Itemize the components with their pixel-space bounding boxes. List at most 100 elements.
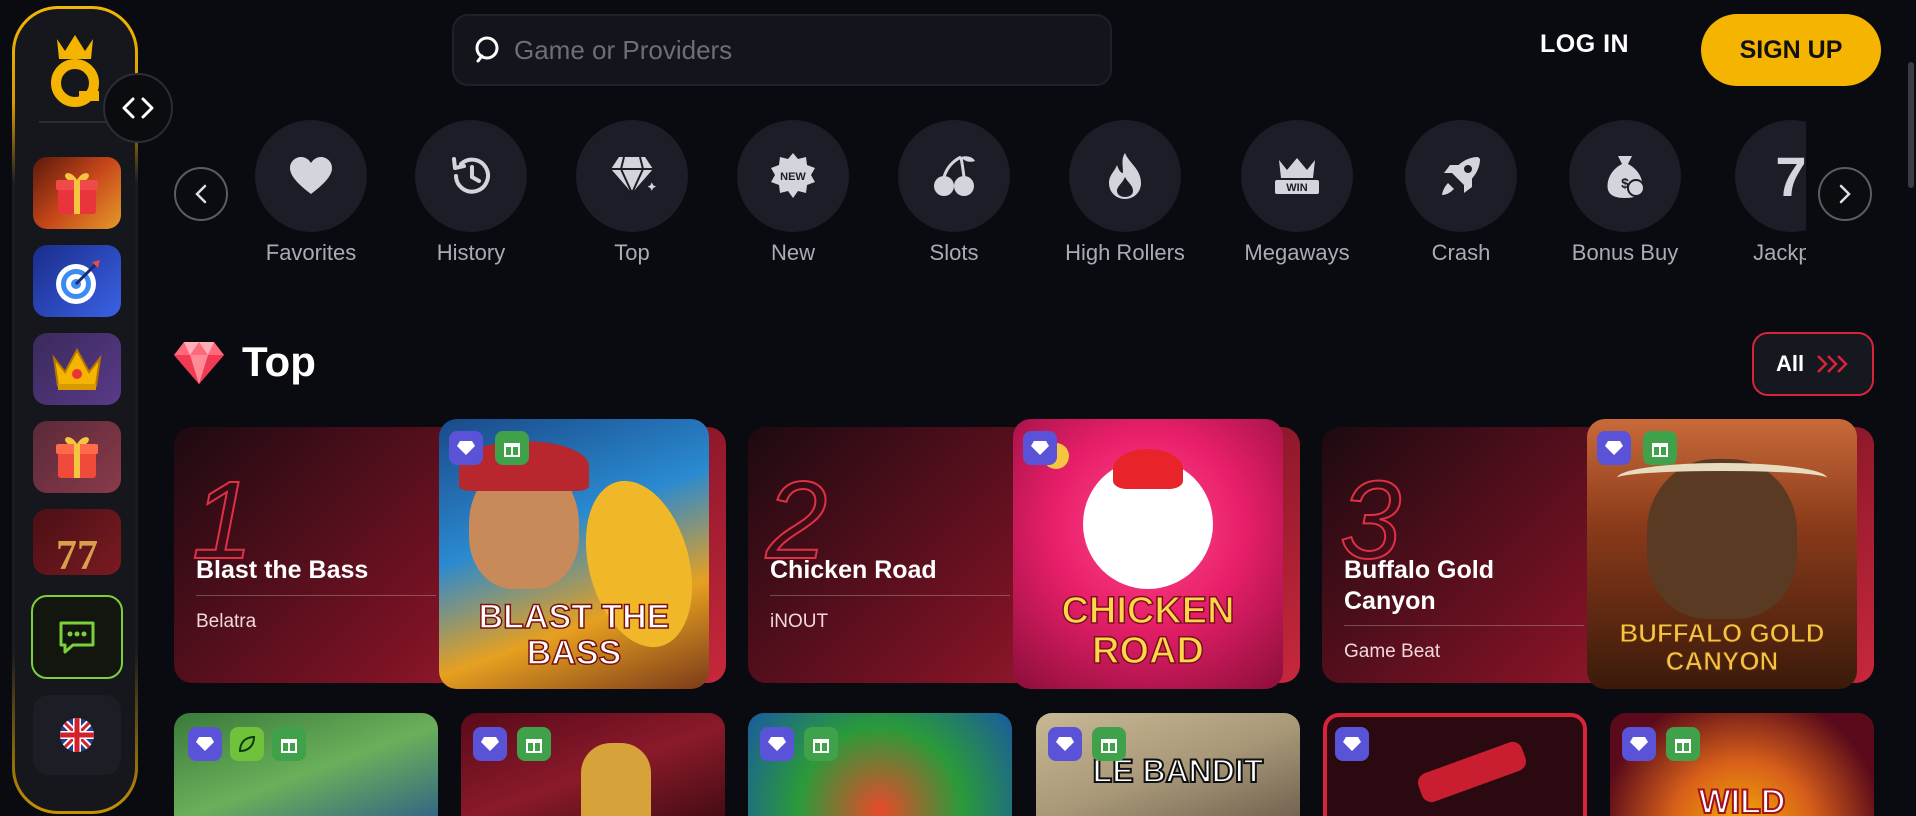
heart-icon — [290, 157, 332, 194]
diamond-badge-icon — [1048, 727, 1082, 761]
diamond-icon — [611, 156, 656, 196]
diamond-badge-icon — [1622, 727, 1656, 761]
gift-box-icon — [56, 437, 98, 478]
gift-badge-icon — [804, 727, 838, 761]
login-button[interactable]: LOG IN — [1540, 30, 1629, 59]
gift-badge-icon — [1092, 727, 1126, 761]
category-label: High Rollers — [1065, 240, 1185, 265]
category-carousel: Favorites History Top NEW New Slots High… — [236, 120, 1806, 270]
seven-icon: 7 — [1775, 144, 1806, 208]
view-all-button[interactable]: All — [1752, 332, 1874, 396]
category-label: Jackpot — [1753, 240, 1806, 265]
win-crown-icon: WIN — [1275, 158, 1319, 194]
game-tile-wild-wheel[interactable]: WILD — [1610, 713, 1874, 816]
cherry-icon — [934, 155, 975, 196]
category-crash[interactable]: Crash — [1386, 120, 1536, 266]
sidebar-gift-bonus[interactable] — [33, 421, 121, 493]
category-top[interactable]: Top — [557, 120, 707, 266]
top-game-card-2[interactable]: 2 Chicken Road iNOUT CHICKEN ROAD — [748, 419, 1300, 689]
signup-button[interactable]: SIGN UP — [1701, 14, 1881, 86]
chevron-left-icon — [195, 184, 207, 204]
game-provider: iNOUT — [770, 611, 829, 632]
category-icon-circle: $ — [1569, 120, 1681, 232]
category-jackpot[interactable]: 7 Jackpot — [1716, 120, 1806, 266]
gift-badge-icon — [495, 431, 529, 465]
game-tile-train[interactable] — [461, 713, 725, 816]
category-slots[interactable]: Slots — [879, 120, 1029, 266]
chicken-comb — [1113, 449, 1183, 489]
category-icon-circle: NEW — [737, 120, 849, 232]
sidebar-toggle-button[interactable] — [103, 73, 173, 143]
category-new[interactable]: NEW New — [718, 120, 868, 266]
triple-chevron-right-icon — [1817, 355, 1848, 373]
money-bag-icon: $ — [1607, 156, 1645, 198]
category-label: History — [436, 240, 506, 265]
seven-icon: 77 — [56, 533, 98, 575]
category-icon-circle — [255, 120, 367, 232]
game-art-title: CHICKEN ROAD — [1061, 590, 1236, 672]
category-icon-circle — [1069, 120, 1181, 232]
game-art-title: BLAST THE BASS — [478, 598, 670, 672]
live-chat-button[interactable] — [31, 595, 123, 679]
category-label: Bonus Buy — [1571, 240, 1679, 265]
sidebar-crown-vip[interactable] — [33, 333, 121, 405]
gem-icon — [174, 342, 224, 384]
leaf-badge-icon — [230, 727, 264, 761]
category-history[interactable]: History — [396, 120, 546, 266]
top-game-card-3[interactable]: 3 Buffalo Gold Canyon Game Beat BUFFALO … — [1322, 419, 1874, 689]
diamond-badge-icon — [1335, 727, 1369, 761]
buffalo-horns — [1617, 463, 1827, 493]
card-divider — [1344, 625, 1584, 626]
game-tile-bass-fishing[interactable] — [174, 713, 438, 816]
categories-next-button[interactable] — [1818, 167, 1872, 221]
sidebar-target-missions[interactable] — [33, 245, 121, 317]
category-icon-circle: 7 — [1735, 120, 1806, 232]
new-badge-icon: NEW — [771, 153, 815, 198]
page-scrollbar[interactable] — [1908, 62, 1914, 188]
category-label: New — [770, 240, 815, 265]
game-title: Blast the Bass — [196, 556, 369, 584]
language-selector[interactable] — [33, 695, 121, 775]
category-icon-circle — [415, 120, 527, 232]
diamond-badge-icon — [760, 727, 794, 761]
gift-badge-icon — [272, 727, 306, 761]
chat-bubble-icon — [59, 621, 95, 654]
category-label: Megaways — [1244, 240, 1350, 265]
game-art-title: WILD — [1698, 782, 1787, 816]
category-megaways[interactable]: WIN Megaways — [1222, 120, 1372, 266]
game-art-title: LE BANDIT — [1092, 752, 1265, 790]
rocket-icon — [1442, 157, 1480, 195]
category-bonus-buy[interactable]: $ Bonus Buy — [1550, 120, 1700, 266]
uk-flag-icon — [60, 718, 94, 752]
game-tile-apple[interactable] — [748, 713, 1012, 816]
game-art-title: BUFFALO GOLD CANYON — [1619, 618, 1825, 676]
game-tile-crash-plane[interactable] — [1323, 713, 1587, 816]
categories-prev-button[interactable] — [174, 167, 228, 221]
sidebar-gift-promo[interactable] — [33, 157, 121, 229]
category-icon-circle: WIN — [1241, 120, 1353, 232]
game-title: Buffalo Gold Canyon — [1344, 556, 1494, 615]
game-provider: Game Beat — [1344, 641, 1441, 662]
plane-illustration — [1415, 739, 1529, 805]
brand-logo[interactable] — [43, 31, 107, 111]
search-icon — [475, 36, 499, 63]
card-divider — [196, 595, 436, 596]
diamond-badge-icon — [473, 727, 507, 761]
game-thumbnail[interactable]: CHICKEN ROAD — [1013, 419, 1283, 689]
sidebar-slots-777[interactable]: 77 — [33, 509, 121, 575]
category-icon-circle — [576, 120, 688, 232]
search-input[interactable] — [514, 34, 1074, 66]
gift-badge-icon — [517, 727, 551, 761]
category-high-rollers[interactable]: High Rollers — [1050, 120, 1200, 266]
top-game-card-1[interactable]: 1 Blast the Bass Belatra BLAST THE BASS — [174, 419, 726, 689]
category-icon-circle — [898, 120, 1010, 232]
game-provider: Belatra — [196, 611, 257, 632]
game-thumbnail[interactable]: BUFFALO GOLD CANYON — [1587, 419, 1857, 689]
gift-badge-icon — [1666, 727, 1700, 761]
category-favorites[interactable]: Favorites — [236, 120, 386, 266]
search-bar[interactable] — [452, 14, 1112, 86]
section-title: Top — [242, 338, 316, 385]
game-tile-le-bandit[interactable]: LE BANDIT — [1036, 713, 1300, 816]
diamond-badge-icon — [449, 431, 483, 465]
game-thumbnail[interactable]: BLAST THE BASS — [439, 419, 709, 689]
